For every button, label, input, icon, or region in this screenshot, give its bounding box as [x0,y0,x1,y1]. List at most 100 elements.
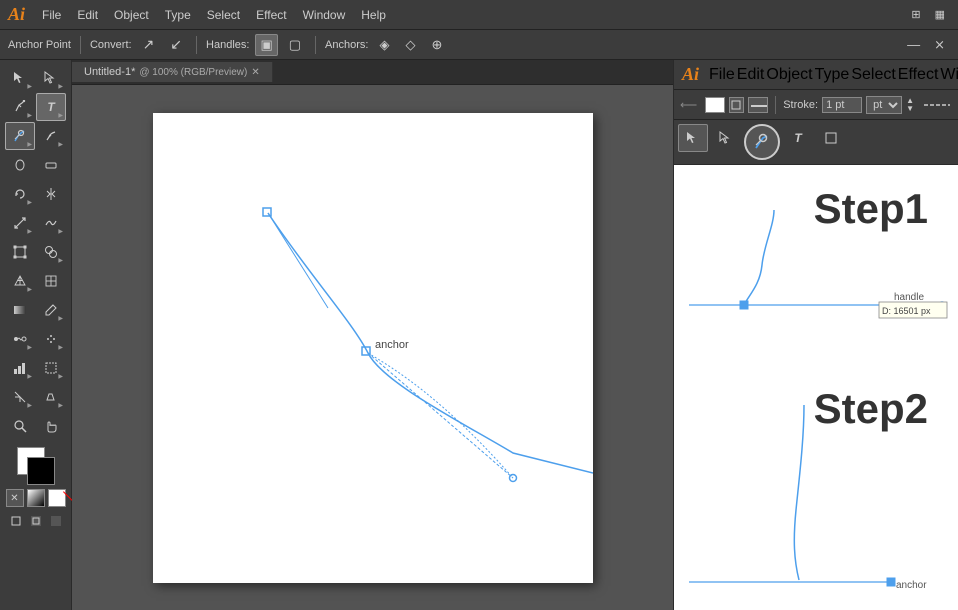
convert-corner-btn[interactable]: ↙ [165,33,187,56]
pen-tool[interactable]: ▶ [5,93,35,121]
stroke-label: Stroke: [783,99,818,111]
anchors-btn-3[interactable]: ⊕ [426,34,447,56]
svg-text:D: 16501 px: D: 16501 px [882,306,931,316]
hand-tool[interactable] [36,412,66,440]
color-section: ✕ [6,447,66,507]
canvas-container: anchor [72,85,673,610]
tool-row-11: ▶ ▶ [5,354,66,382]
right-menu-edit[interactable]: Edit [737,66,765,84]
perspective-grid-tool[interactable]: ▶ [5,267,35,295]
color-none-btn[interactable]: ✕ [6,489,24,507]
type-tool[interactable]: T ▶ [36,93,66,121]
bridge-icon[interactable]: ⊞ [906,5,925,24]
right-type-tool[interactable]: T [783,124,813,152]
menu-effect-left[interactable]: Effect [249,6,293,24]
dash-btn-2[interactable]: ⨯ [929,34,950,56]
screen-mode-center[interactable] [27,512,45,530]
screen-mode-full[interactable] [47,512,65,530]
tool-row-10: ▶ ▶ [5,325,66,353]
select-tool[interactable]: ▶ [5,64,35,92]
anchors-btn-1[interactable]: ◈ [374,34,394,56]
right-anchor-tool[interactable] [744,124,780,160]
dash-btn-1[interactable]: — [902,34,925,56]
right-select-tool[interactable] [678,124,708,152]
tab-close-btn[interactable]: ✕ [251,67,259,78]
tool-row-9: ▶ [5,296,66,324]
column-graph-tool[interactable]: ▶ [5,354,35,382]
eraser-tool[interactable] [36,151,66,179]
illustration-area: Step1 handle D: 16501 px Step2 [674,165,958,610]
stroke-unit-select[interactable]: pt [866,96,902,114]
gradient-tool[interactable] [5,296,35,324]
symbol-sprayer-tool[interactable]: ▶ [36,325,66,353]
right-menu-type[interactable]: Type [815,66,850,84]
right-menu-window[interactable]: Window [940,66,958,84]
main-area: ▶ ▶ ▶ T ▶ [0,60,958,610]
tool-row-4 [5,151,66,179]
arrange-icon[interactable]: ▦ [930,5,950,24]
tab-subtitle: @ 100% (RGB/Preview) [139,67,247,78]
stroke-value-input[interactable] [822,97,862,113]
rotate-tool[interactable]: ▶ [5,180,35,208]
menu-type-left[interactable]: Type [158,6,198,24]
handles-label: Handles: [206,39,249,51]
anchor-point-label: Anchor Point [8,39,71,51]
hand-eraser-tool[interactable]: ▶ [36,383,66,411]
artboard-tool[interactable]: ▶ [36,354,66,382]
tool-row-3: ▶ ▶ [5,122,66,150]
menu-file-left[interactable]: File [35,6,68,24]
menu-select-left[interactable]: Select [200,6,247,24]
warp-tool[interactable]: ▶ [36,209,66,237]
stroke-stepper[interactable]: ▲ ▼ [906,97,914,113]
menu-edit-left[interactable]: Edit [70,6,105,24]
right-direct-select-tool[interactable] [711,124,741,152]
direct-select-tool[interactable]: ▶ [36,64,66,92]
right-menu-file[interactable]: File [709,66,735,84]
right-menu-effect[interactable]: Effect [898,66,939,84]
gradient-btn[interactable] [27,489,45,507]
canvas-area: Untitled-1* @ 100% (RGB/Preview) ✕ [72,60,673,610]
convert-smooth-btn[interactable]: ↗ [138,33,160,56]
tab-title: Untitled-1* [84,66,135,78]
anchor-point-tool[interactable]: ▶ [5,122,35,150]
stroke-box[interactable] [27,457,55,485]
stroke-type-dropdown[interactable] [748,97,768,113]
document-tab[interactable]: Untitled-1* @ 100% (RGB/Preview) ✕ [72,62,273,82]
right-panel: Ai File Edit Object Type Select Effect W… [673,60,958,610]
bezier-curve [268,213,593,473]
scale-tool[interactable]: ▶ [5,209,35,237]
anchors-label: Anchors: [325,39,368,51]
blend-tool[interactable]: ▶ [5,325,35,353]
slice-tool[interactable]: ▶ [5,383,35,411]
screen-mode-normal[interactable] [7,512,25,530]
menu-bar: Ai File Edit Object Type Select Effect W… [0,0,958,30]
menu-window-left[interactable]: Window [296,6,353,24]
anchors-btn-2[interactable]: ◇ [400,34,420,56]
reflect-tool[interactable] [36,180,66,208]
right-menu-object[interactable]: Object [766,66,812,84]
artboard: anchor [153,113,593,583]
blob-brush-tool[interactable] [5,151,35,179]
right-menu-select[interactable]: Select [851,66,895,84]
eyedropper-tool[interactable]: ▶ [36,296,66,324]
no-fill-btn[interactable] [48,489,66,507]
menu-object-left[interactable]: Object [107,6,156,24]
handles-btn-2[interactable]: ▢ [284,34,306,56]
tool-row-8: ▶ [5,267,66,295]
pencil-tool[interactable]: ▶ [36,122,66,150]
fill-type-btn[interactable] [729,97,745,113]
free-transform-tool[interactable] [5,238,35,266]
color-mode-row: ✕ [6,489,66,507]
tool-row-5: ▶ [5,180,66,208]
handles-btn-1[interactable]: ▣ [255,34,277,56]
right-extra-tool[interactable] [816,124,846,152]
zoom-tool[interactable] [5,412,35,440]
color-swatch-white[interactable] [705,97,724,113]
menu-help-left[interactable]: Help [354,6,393,24]
color-boxes [17,447,55,485]
anchor-point-toolbar: Anchor Point Convert: ↗ ↙ Handles: ▣ ▢ A… [0,30,958,60]
sep-right [775,96,776,114]
separator-2 [196,36,197,54]
mesh-tool[interactable] [36,267,66,295]
shape-builder-tool[interactable]: ▶ [36,238,66,266]
